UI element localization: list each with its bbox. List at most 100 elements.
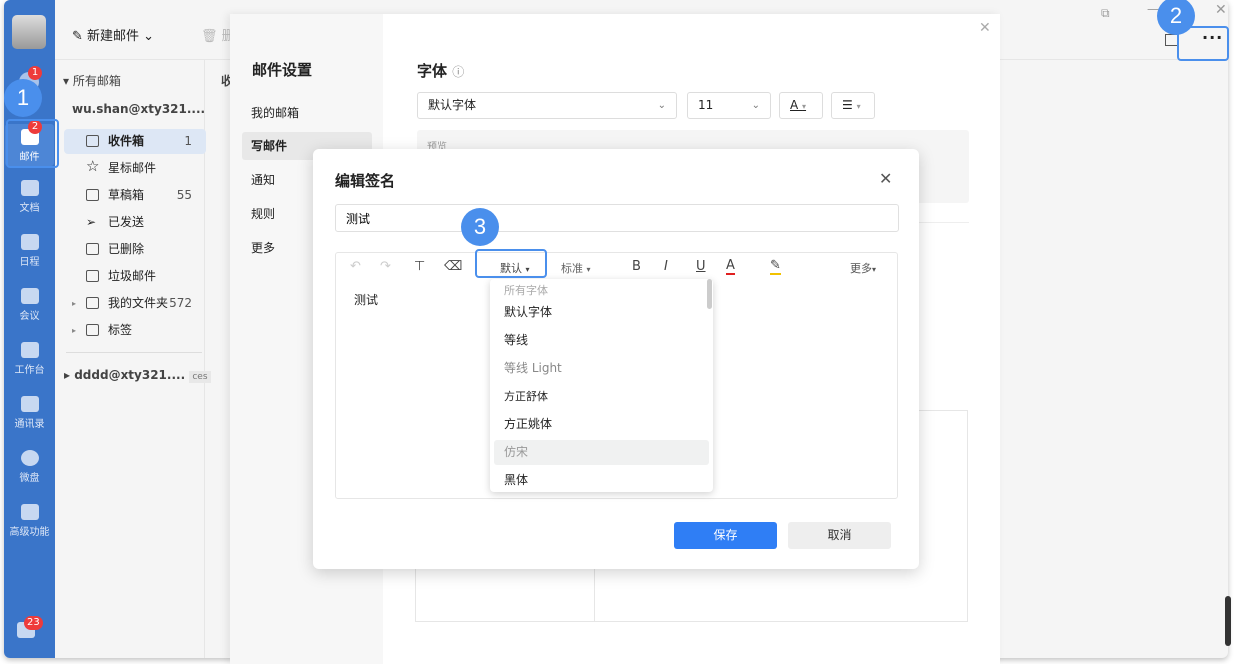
folder-label: 垃圾邮件: [108, 269, 157, 283]
folder-tags[interactable]: ▸ 标签: [64, 318, 206, 343]
chevron-down-icon: ⌄: [751, 100, 760, 111]
font-option[interactable]: 方正舒体: [494, 384, 709, 409]
font-option[interactable]: 黑体: [494, 468, 709, 493]
dropdown-scrollbar[interactable]: [707, 279, 712, 309]
underline-button[interactable]: U: [696, 259, 706, 274]
rail-label: 通讯录: [14, 419, 45, 430]
font-option[interactable]: 等线 Light: [494, 356, 709, 381]
folder-inbox[interactable]: 收件箱 1: [64, 129, 206, 154]
all-mailboxes[interactable]: ▾ 所有邮箱: [63, 72, 121, 89]
text-color-button[interactable]: A: [726, 259, 735, 275]
grid-icon: [20, 342, 39, 358]
font-dropdown: 所有字体 默认字体 等线 等线 Light 方正舒体 方正姚体 仿宋 黑体: [490, 279, 713, 492]
italic-button[interactable]: I: [664, 259, 668, 274]
account2[interactable]: ▸ dddd@xty321.... ces: [64, 368, 211, 383]
calendar-icon: [20, 234, 39, 250]
folder-spam[interactable]: 垃圾邮件: [64, 264, 206, 289]
font-heading-text: 字体: [417, 62, 448, 80]
folder-label: 已删除: [108, 242, 145, 256]
dialog-title: 编辑签名: [335, 172, 396, 190]
rail-item-calendar[interactable]: 日程: [4, 234, 55, 268]
cancel-button[interactable]: 取消: [788, 522, 891, 549]
folder-label: 星标邮件: [108, 161, 157, 175]
chevron-down-icon: ⌄: [657, 100, 666, 111]
rail-item-drive[interactable]: 微盘: [4, 450, 55, 484]
size-select-label: 标准: [561, 262, 583, 275]
restore-icon[interactable]: ⧉: [1101, 6, 1110, 21]
folder-sent[interactable]: ➢ 已发送: [64, 210, 206, 235]
font-size-select[interactable]: 11 ⌄: [687, 92, 771, 119]
font-option[interactable]: 等线: [494, 328, 709, 353]
highlight-button[interactable]: ✎: [770, 259, 781, 275]
account2-tag: ces: [189, 371, 211, 383]
format-painter-button[interactable]: ⊤: [414, 259, 425, 274]
folder-label: 草稿箱: [108, 188, 145, 202]
notification-badge: 1: [28, 66, 42, 80]
star-icon: ☆: [86, 157, 100, 175]
font-option-hovered[interactable]: 仿宋: [494, 440, 709, 465]
docs-icon: [20, 180, 39, 196]
new-mail-button[interactable]: ✎ 新建邮件 ⌄: [72, 25, 154, 44]
org-chart-icon: [20, 396, 39, 412]
undo-button[interactable]: ↶: [350, 259, 361, 274]
send-icon: ➢: [86, 215, 97, 229]
rail-item-meeting[interactable]: 会议: [4, 288, 55, 322]
rail-item-workbench[interactable]: 工作台: [4, 342, 55, 376]
folder-my-folders[interactable]: ▸ 我的文件夹 572: [64, 291, 206, 316]
bold-button[interactable]: B: [632, 259, 641, 274]
editor-content[interactable]: 测试: [354, 291, 378, 308]
settings-close-button[interactable]: ✕: [979, 20, 991, 36]
line-height-button[interactable]: ☰ ▾: [831, 92, 875, 119]
folder-deleted[interactable]: 已删除: [64, 237, 206, 262]
account2-label: dddd@xty321....: [74, 368, 186, 382]
font-color-button[interactable]: A ▾: [779, 92, 823, 119]
redo-button[interactable]: ↷: [380, 259, 391, 274]
more-button[interactable]: 更多▾: [850, 260, 876, 276]
folder-icon: [86, 297, 99, 309]
highlight-mail: [6, 119, 59, 168]
trash-icon: [86, 243, 99, 255]
folder-label: 已发送: [108, 215, 145, 229]
more-label: 更多: [850, 262, 872, 275]
callout-1: 1: [4, 79, 42, 117]
font-heading: 字体 ⓘ: [417, 60, 464, 81]
expand-icon: ▸: [72, 299, 77, 308]
size-select-button[interactable]: 标准 ▾: [561, 260, 591, 276]
folder-label: 标签: [108, 323, 133, 337]
settings-nav-mailbox[interactable]: 我的邮箱: [242, 99, 372, 127]
divider: [66, 352, 202, 353]
folder-drafts[interactable]: 草稿箱 55: [64, 183, 206, 208]
folder-label: 收件箱: [108, 134, 145, 148]
folder-count: 572: [169, 296, 192, 310]
tag-icon: [86, 324, 99, 336]
rail-label: 会议: [19, 311, 40, 322]
close-window-button[interactable]: ✕: [1215, 2, 1227, 18]
draft-icon: [86, 189, 99, 201]
font-option[interactable]: 默认字体: [494, 300, 709, 325]
rail-item-contacts[interactable]: 通讯录: [4, 396, 55, 430]
eraser-button[interactable]: ⌫: [444, 259, 462, 274]
save-button[interactable]: 保存: [674, 522, 777, 549]
rail-item-advanced[interactable]: 高级功能: [4, 504, 55, 538]
account-label[interactable]: wu.shan@xty321....: [72, 102, 205, 116]
highlight-font: [475, 249, 547, 278]
sparkle-icon: [20, 504, 39, 520]
scrollbar[interactable]: [1225, 596, 1231, 646]
signature-name-input[interactable]: [335, 204, 899, 232]
dialog-close-button[interactable]: ✕: [879, 169, 892, 188]
new-mail-label: 新建邮件: [87, 29, 140, 44]
avatar[interactable]: [12, 15, 46, 49]
folder-starred[interactable]: ☆ 星标邮件: [64, 156, 206, 181]
meeting-icon: [20, 288, 39, 304]
font-family-value: 默认字体: [428, 98, 477, 112]
folder-count: 55: [176, 188, 192, 202]
rail-label: 微盘: [19, 473, 40, 484]
spam-icon: [86, 270, 99, 282]
rail-label: 日程: [19, 257, 40, 268]
font-family-select[interactable]: 默认字体 ⌄: [417, 92, 677, 119]
folder-label: 我的文件夹: [108, 296, 169, 310]
font-option[interactable]: 方正姚体: [494, 412, 709, 437]
rail-item-docs[interactable]: 文档: [4, 180, 55, 214]
all-mailboxes-label: 所有邮箱: [72, 74, 121, 88]
dropdown-header: 所有字体: [504, 284, 548, 297]
